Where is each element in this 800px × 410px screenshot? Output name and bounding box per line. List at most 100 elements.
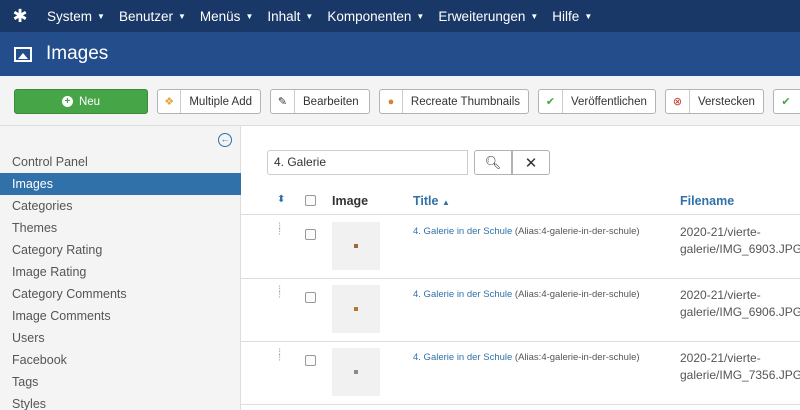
menu-label: Benutzer (118, 8, 173, 24)
image-thumbnail[interactable] (332, 348, 380, 396)
sidebar-item-facebook[interactable]: Facebook (0, 349, 241, 371)
drag-handle-icon[interactable]: ⁝ ⁝ (278, 285, 281, 301)
toolbar: + Neu ❖ Multiple Add ✎ Bearbeiten ● Recr… (0, 76, 800, 126)
caret-down-icon: ▼ (530, 11, 539, 21)
table-row: ⁝ ⁝ 4. Galerie in der Schule (Alias:4-gal… (241, 342, 800, 405)
sidebar-item-styles[interactable]: Styles (0, 393, 241, 410)
search-button[interactable]: 🔍︎ (474, 150, 512, 175)
title-link[interactable]: 4. Galerie in der Schule (413, 289, 512, 300)
sidebar-item-users[interactable]: Users (0, 327, 241, 349)
sidebar: ← Control Panel Images Categories Themes… (0, 126, 241, 410)
main-content: 4. Galerie 🔍︎ ✕ ⬍ Image Title ▲ Filename… (241, 126, 800, 410)
publish-label: Veröffentlichen (571, 95, 647, 108)
sidebar-item-image-comments[interactable]: Image Comments (0, 305, 241, 327)
joomla-logo-icon[interactable]: ✱ (0, 0, 40, 32)
table-row: ⁝ ⁝ 4. Galerie in der Schule (Alias:4-gal… (241, 279, 800, 342)
collapse-sidebar-icon[interactable]: ← (218, 133, 232, 147)
title-header-label: Title (413, 194, 439, 208)
image-icon (14, 46, 32, 62)
row-checkbox[interactable] (305, 355, 316, 366)
caret-down-icon: ▼ (245, 11, 254, 21)
menu-label: Komponenten (327, 8, 412, 24)
sidebar-item-control-panel[interactable]: Control Panel (0, 151, 241, 173)
sidebar-item-image-rating[interactable]: Image Rating (0, 261, 241, 283)
title-cell: 4. Galerie in der Schule (Alias:4-galeri… (413, 289, 640, 300)
multiple-add-label: Multiple Add (189, 95, 252, 108)
sidebar-item-category-comments[interactable]: Category Comments (0, 283, 241, 305)
column-header-filename[interactable]: Filename (680, 194, 734, 208)
menu-label: Menüs (199, 8, 241, 24)
clear-search-button[interactable]: ✕ (512, 150, 550, 175)
sidebar-item-themes[interactable]: Themes (0, 217, 241, 239)
caret-down-icon: ▼ (305, 11, 314, 21)
filename-cell: 2020-21/vierte-galerie/IMG_7356.JPG (680, 350, 800, 384)
image-thumbnail[interactable] (332, 222, 380, 270)
sidebar-item-category-rating[interactable]: Category Rating (0, 239, 241, 261)
recreate-thumbnails-button[interactable]: ● Recreate Thumbnails (379, 89, 529, 114)
filename-cell: 2020-21/vierte-galerie/IMG_6906.JPG (680, 287, 800, 321)
top-menu-bar: ✱ System ▼ Benutzer ▼ Menüs ▼ Inhalt ▼ Kompo… (0, 0, 800, 32)
new-button-label: Neu (78, 95, 101, 108)
menu-label: Inhalt (267, 8, 301, 24)
menu-label: System (47, 8, 93, 24)
multiple-add-icon: ❖ (158, 90, 182, 113)
unpublish-icon: ⊗ (666, 90, 690, 113)
image-thumbnail[interactable] (332, 285, 380, 333)
close-icon: ✕ (524, 154, 538, 172)
title-cell: 4. Galerie in der Schule (Alias:4-galeri… (413, 352, 640, 363)
menu-benutzer[interactable]: Benutzer ▼ (112, 0, 193, 32)
select-all-checkbox[interactable] (305, 195, 316, 206)
sidebar-item-images[interactable]: Images (0, 173, 241, 195)
caret-down-icon: ▼ (584, 11, 593, 21)
hide-button[interactable]: ⊗ Verstecken (665, 89, 764, 114)
edit-label: Bearbeiten (303, 95, 359, 108)
menu-komponenten[interactable]: Komponenten ▼ (320, 0, 431, 32)
title-link[interactable]: 4. Galerie in der Schule (413, 226, 512, 237)
caret-down-icon: ▼ (177, 11, 186, 21)
menu-hilfe[interactable]: Hilfe ▼ (545, 0, 599, 32)
edit-button[interactable]: ✎ Bearbeiten (270, 89, 370, 114)
more-actions-button[interactable]: ✔ (773, 89, 800, 114)
menu-inhalt[interactable]: Inhalt ▼ (260, 0, 320, 32)
filename-line: 2020-21/vierte- (680, 351, 761, 365)
menu-label: Erweiterungen (438, 8, 526, 24)
hide-label: Verstecken (698, 95, 755, 108)
menu-label: Hilfe (552, 8, 580, 24)
checkmark-icon: ✔ (539, 90, 563, 113)
title-link[interactable]: 4. Galerie in der Schule (413, 352, 512, 363)
column-header-title[interactable]: Title ▲ (413, 194, 450, 208)
sidebar-item-categories[interactable]: Categories (0, 195, 241, 217)
search-icon: 🔍︎ (484, 154, 502, 170)
menu-erweiterungen[interactable]: Erweiterungen ▼ (431, 0, 545, 32)
multiple-add-button[interactable]: ❖ Multiple Add (157, 89, 261, 114)
filename-line: galerie/IMG_6903.JPG (680, 242, 800, 256)
alias-text: (Alias:4-galerie-in-der-schule) (514, 226, 640, 237)
drag-handle-icon[interactable]: ⁝ ⁝ (278, 222, 281, 238)
publish-button[interactable]: ✔ Veröffentlichen (538, 89, 656, 114)
check-circle-icon: ✔ (781, 96, 791, 108)
ordering-sort-icon[interactable]: ⬍ (277, 194, 285, 205)
filename-line: galerie/IMG_6906.JPG (680, 305, 800, 319)
title-cell: 4. Galerie in der Schule (Alias:4-galeri… (413, 226, 640, 237)
column-header-image: Image (332, 194, 369, 208)
table-row: ⁝ ⁝ 4. Galerie in der Schule (Alias:4-gal… (241, 216, 800, 279)
search-input[interactable]: 4. Galerie (267, 150, 468, 175)
drag-handle-icon[interactable]: ⁝ ⁝ (278, 348, 281, 364)
menu-menues[interactable]: Menüs ▼ (193, 0, 260, 32)
plus-icon: + (61, 96, 73, 107)
sidebar-item-tags[interactable]: Tags (0, 371, 241, 393)
caret-down-icon: ▼ (416, 11, 425, 21)
filename-line: 2020-21/vierte- (680, 288, 761, 302)
menu-system[interactable]: System ▼ (40, 0, 112, 32)
row-checkbox[interactable] (305, 229, 316, 240)
caret-down-icon: ▼ (97, 11, 105, 21)
filename-cell: 2020-21/vierte-galerie/IMG_6903.JPG (680, 224, 800, 258)
new-button[interactable]: + Neu (14, 89, 148, 114)
alias-text: (Alias:4-galerie-in-der-schule) (514, 352, 640, 363)
edit-icon: ✎ (271, 90, 295, 113)
recreate-label: Recreate Thumbnails (410, 95, 520, 108)
row-checkbox[interactable] (305, 292, 316, 303)
filename-line: 2020-21/vierte- (680, 225, 761, 239)
recreate-icon: ● (380, 90, 403, 113)
alias-text: (Alias:4-galerie-in-der-schule) (514, 289, 640, 300)
